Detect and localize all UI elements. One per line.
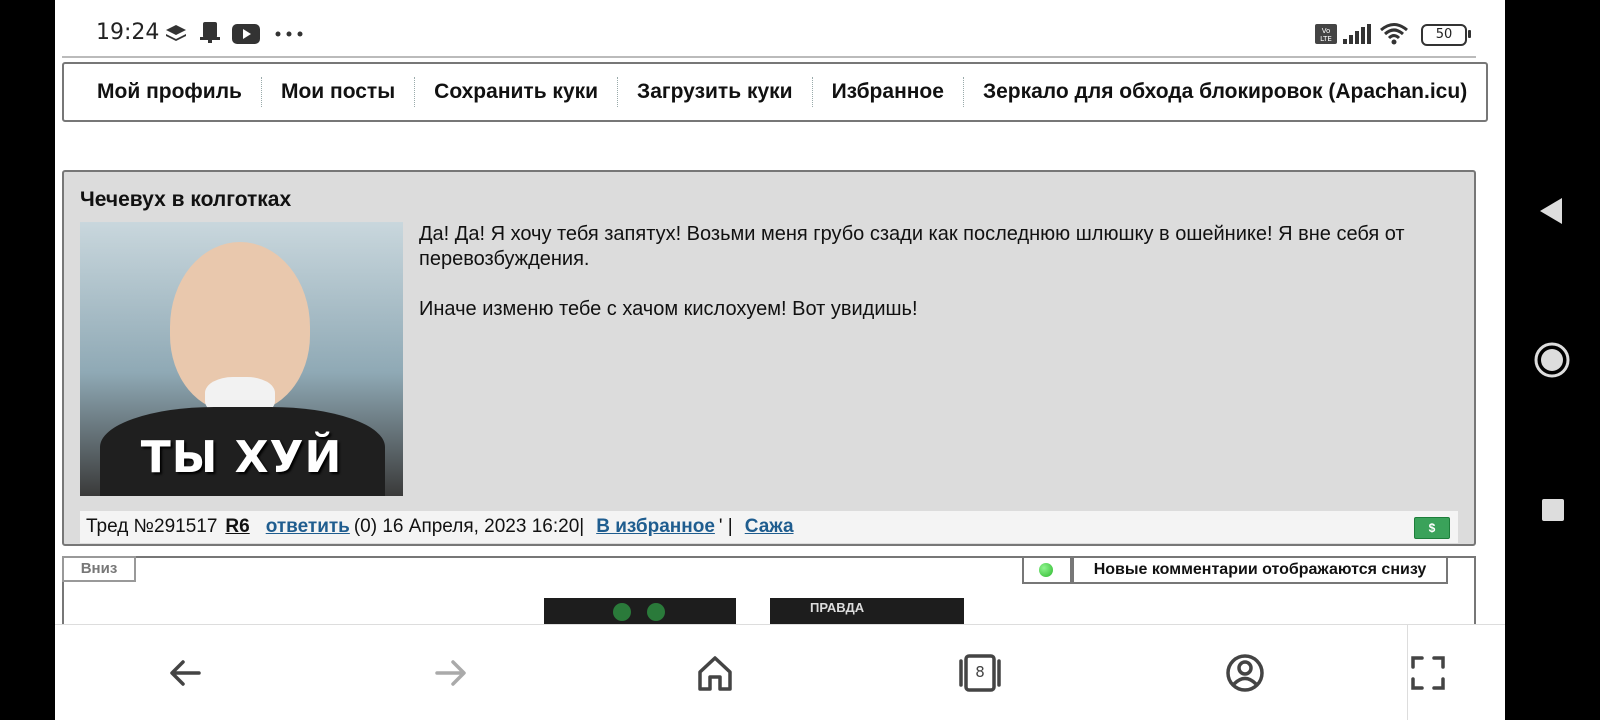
- youtube-icon: [232, 24, 260, 44]
- recents-square-icon[interactable]: [1541, 498, 1565, 522]
- menu-my-profile[interactable]: Мой профиль: [78, 77, 262, 107]
- status-light-icon: [1039, 563, 1053, 577]
- thumbnail-label: ПРАВДА: [810, 600, 865, 615]
- notification-icon: [200, 22, 220, 43]
- more-dots-icon: [275, 31, 303, 37]
- post-paragraph: Иначе изменю тебе с хачом кислохуем! Вот…: [419, 298, 918, 320]
- comment-thumbnail[interactable]: ПРАВДА: [770, 598, 964, 624]
- battery-tip: [1468, 30, 1471, 38]
- menu-save-cookies[interactable]: Сохранить куки: [415, 77, 619, 107]
- menu-mirror[interactable]: Зеркало для обхода блокировок (Apachan.i…: [964, 77, 1486, 107]
- browser-window: 19:24 Vo LTE 50 Мой профиль Мои посты Со…: [55, 0, 1505, 720]
- profile-icon[interactable]: [1225, 653, 1265, 693]
- home-icon[interactable]: [695, 653, 735, 693]
- battery-icon: 50: [1421, 24, 1467, 46]
- comment-thumbnail[interactable]: [544, 598, 736, 624]
- page-content: Мой профиль Мои посты Сохранить куки Заг…: [55, 56, 1505, 624]
- add-favorite-link[interactable]: В избранное: [596, 516, 715, 538]
- down-button[interactable]: Вниз: [62, 556, 136, 582]
- footer-separator: ' |: [718, 516, 733, 537]
- signal-icon: [1343, 24, 1371, 44]
- home-circle-icon[interactable]: [1533, 341, 1571, 379]
- wifi-icon: [1380, 23, 1408, 45]
- reply-count-date: (0) 16 Апреля, 2023 16:20|: [353, 516, 585, 537]
- clock: 19:24: [96, 20, 160, 45]
- thread-number: Тред №291517: [86, 516, 218, 537]
- back-arrow-icon[interactable]: [165, 653, 205, 693]
- back-triangle-icon[interactable]: [1538, 196, 1564, 226]
- post-image[interactable]: ТЫ ХУЙ: [80, 222, 403, 496]
- fullscreen-icon[interactable]: [1411, 656, 1445, 690]
- post-footer: Тред №291517 R6 ответить (0) 16 Апреля, …: [80, 511, 1458, 543]
- tabs-count: 8: [975, 663, 985, 681]
- image-caption: ТЫ ХУЙ: [140, 432, 343, 483]
- volte-icon: Vo LTE: [1315, 24, 1337, 44]
- eyes-icon: [613, 603, 665, 621]
- money-icon[interactable]: $: [1414, 517, 1450, 539]
- top-menu: Мой профиль Мои посты Сохранить куки Заг…: [62, 62, 1488, 122]
- post-text: Да! Да! Я хочу тебя запятух! Возьми меня…: [419, 222, 1449, 347]
- divider: [62, 56, 1476, 58]
- browser-nav-bar: 8: [55, 624, 1505, 720]
- tabs-button[interactable]: 8: [958, 653, 1002, 693]
- reply-link[interactable]: ответить: [266, 516, 350, 538]
- menu-favorites[interactable]: Избранное: [813, 77, 964, 107]
- thread-post: Чечевух в колготках ТЫ ХУЙ Да! Да! Я хоч…: [62, 170, 1476, 546]
- sage-link[interactable]: Сажа: [745, 516, 794, 538]
- divider: [1407, 625, 1408, 720]
- forward-arrow-icon[interactable]: [431, 653, 471, 693]
- post-paragraph: Да! Да! Я хочу тебя запятух! Возьми меня…: [419, 223, 1405, 270]
- post-title: Чечевух в колготках: [80, 188, 292, 211]
- layers-icon: [166, 25, 186, 41]
- r6-link[interactable]: R6: [225, 516, 249, 538]
- status-indicator-box: [1022, 556, 1072, 584]
- comments-panel: Вниз Новые комментарии отображаются сниз…: [62, 556, 1476, 624]
- status-bar: 19:24 Vo LTE 50: [55, 0, 1505, 56]
- svg-text:Vo: Vo: [1322, 27, 1331, 35]
- new-comments-notice: Новые комментарии отображаются снизу: [1072, 556, 1448, 584]
- menu-my-posts[interactable]: Мои посты: [262, 77, 416, 107]
- svg-text:LTE: LTE: [1320, 35, 1332, 43]
- menu-load-cookies[interactable]: Загрузить куки: [618, 77, 813, 107]
